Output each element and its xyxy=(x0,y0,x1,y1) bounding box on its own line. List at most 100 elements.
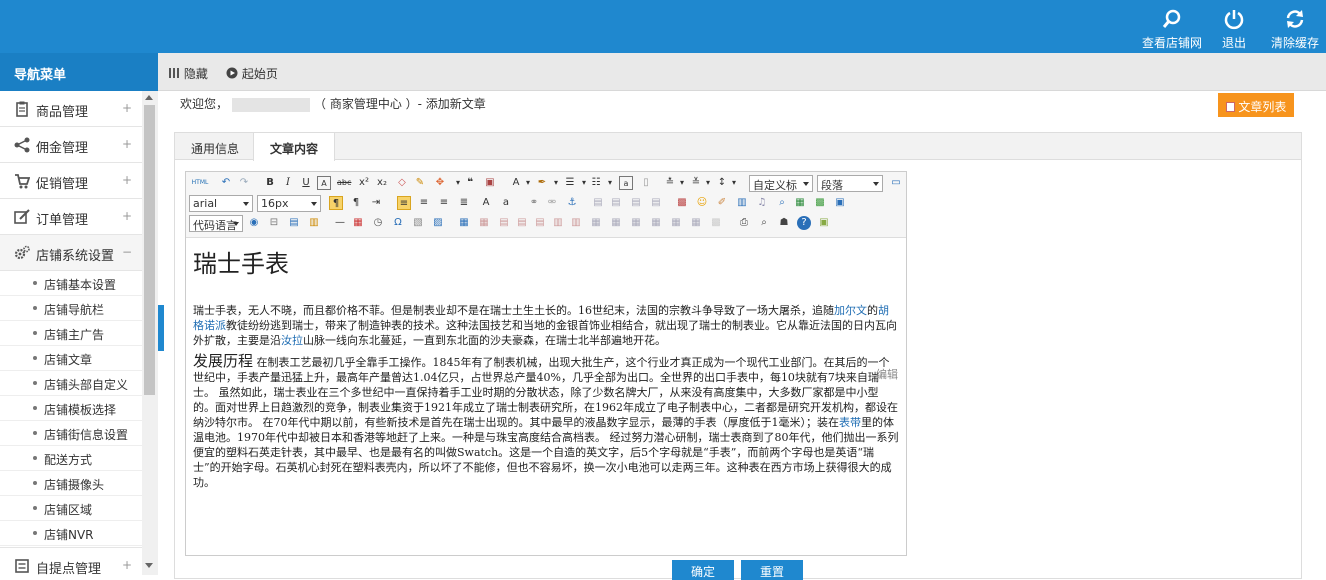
subscript-icon[interactable]: x₂ xyxy=(375,176,389,190)
sidebar-sub-item[interactable]: 店铺主广告 xyxy=(0,321,142,346)
insert-code-icon[interactable]: ◉ xyxy=(247,216,261,230)
wordimage-icon[interactable]: ▧ xyxy=(411,216,425,230)
anchor-icon[interactable]: ⚓ xyxy=(565,196,579,210)
merge-right-icon[interactable]: ▦ xyxy=(609,216,623,230)
image-right-icon[interactable]: ▤ xyxy=(629,196,643,210)
editor-content-area[interactable]: 瑞士手表 瑞士手表，无人不晓，而且都价格不菲。但是制表业却不是在瑞士土生土长的。… xyxy=(186,238,906,555)
snapscreen-icon[interactable]: ▨ xyxy=(431,216,445,230)
page-break-icon[interactable]: ⊟ xyxy=(267,216,281,230)
map-icon[interactable]: ▦ xyxy=(793,196,807,210)
unordered-list-icon[interactable]: ☷ xyxy=(589,176,603,190)
sidebar-sub-item[interactable]: 店铺模板选择 xyxy=(0,396,142,421)
split-rows-icon[interactable]: ▦ xyxy=(669,216,683,230)
merge-down-icon[interactable]: ▦ xyxy=(629,216,643,230)
section-edit-link[interactable]: 编辑 xyxy=(876,366,898,382)
drafts-icon[interactable]: ▣ xyxy=(817,216,831,230)
link-calvin[interactable]: 加尔文 xyxy=(834,304,867,317)
font-border-icon[interactable]: A xyxy=(317,176,331,190)
scroll-down-icon[interactable] xyxy=(145,563,153,568)
rtl-direction-icon[interactable]: ¶ xyxy=(349,196,363,210)
preview-icon[interactable]: ⌕ xyxy=(757,216,771,230)
highlight-icon[interactable]: ✒ xyxy=(535,176,549,190)
auto-format-icon[interactable]: ✥ xyxy=(433,176,447,190)
underline-icon[interactable]: U xyxy=(299,176,313,190)
format-brush-icon[interactable]: ✎ xyxy=(413,176,427,190)
sidebar-sub-item[interactable]: 店铺基本设置 xyxy=(0,271,142,296)
reset-button[interactable]: 重置 xyxy=(741,560,803,580)
image-left-icon[interactable]: ▤ xyxy=(609,196,623,210)
font-size-select[interactable]: 16px xyxy=(257,195,321,212)
confirm-button[interactable]: 确定 xyxy=(672,560,734,580)
insert-frame-icon[interactable]: ▣ xyxy=(833,196,847,210)
time-icon[interactable]: ◷ xyxy=(371,216,385,230)
italic-icon[interactable]: I xyxy=(281,176,295,190)
logout-button[interactable]: 退出 xyxy=(1218,8,1250,51)
sidebar-item-commission[interactable]: 佣金管理 + xyxy=(0,127,142,163)
hide-sidebar-button[interactable]: 隐藏 xyxy=(168,65,208,82)
attachment-icon[interactable]: ⌕ xyxy=(775,196,789,210)
gmap-icon[interactable]: ▩ xyxy=(813,196,827,210)
scroll-up-icon[interactable] xyxy=(145,95,153,100)
sidebar-sub-item[interactable]: 店铺头部自定义 xyxy=(0,371,142,396)
clear-doc-icon[interactable]: ▯ xyxy=(639,176,653,190)
sidebar-scroll-thumb[interactable] xyxy=(144,105,155,395)
superscript-icon[interactable]: x² xyxy=(357,176,371,190)
sidebar-item-promotion[interactable]: 促销管理 + xyxy=(0,163,142,199)
dropdown-arrow-icon[interactable]: ▾ xyxy=(727,176,741,190)
html-source-button[interactable]: HTML xyxy=(191,176,209,190)
sidebar-sub-item[interactable]: 店铺导航栏 xyxy=(0,296,142,321)
insert-table-icon[interactable]: ▦ xyxy=(457,216,471,230)
select-all-icon[interactable]: a xyxy=(619,176,633,190)
tab-general-info[interactable]: 通用信息 xyxy=(175,133,255,160)
image-none-icon[interactable]: ▤ xyxy=(591,196,605,210)
sidebar-item-goods[interactable]: 商品管理 + xyxy=(0,91,142,127)
image-center-icon[interactable]: ▤ xyxy=(649,196,663,210)
dropdown-arrow-icon[interactable]: ▾ xyxy=(549,176,563,190)
font-family-select[interactable]: arial xyxy=(189,195,253,212)
search-replace-icon[interactable]: ☗ xyxy=(777,216,791,230)
charts-icon[interactable]: ▩ xyxy=(709,216,723,230)
eraser-icon[interactable]: ◇ xyxy=(395,176,409,190)
align-right-icon[interactable]: ≡ xyxy=(437,196,451,210)
indent-icon[interactable]: ⇥ xyxy=(369,196,383,210)
scrawl-icon[interactable]: ✐ xyxy=(715,196,729,210)
sidebar-item-store-settings[interactable]: 店铺系统设置 − xyxy=(0,235,142,271)
strikethrough-icon[interactable]: abc xyxy=(337,176,351,190)
align-justify-icon[interactable]: ≣ xyxy=(457,196,471,210)
sidebar-sub-item[interactable]: 店铺NVR xyxy=(0,521,142,546)
ltr-direction-icon[interactable]: ¶ xyxy=(329,196,343,210)
merge-cells-icon[interactable]: ▦ xyxy=(589,216,603,230)
background-icon[interactable]: ▤ xyxy=(287,216,301,230)
sidebar-item-pickup[interactable]: 自提点管理 + xyxy=(0,547,142,575)
delete-row-icon[interactable]: ▤ xyxy=(533,216,547,230)
template-icon[interactable]: ▥ xyxy=(307,216,321,230)
ordered-list-icon[interactable]: ☰ xyxy=(563,176,577,190)
special-char-icon[interactable]: Ω xyxy=(391,216,405,230)
horizontal-rule-icon[interactable]: — xyxy=(333,216,347,230)
bold-icon[interactable]: B xyxy=(263,176,277,190)
align-center-icon[interactable]: ≡ xyxy=(417,196,431,210)
sidebar-sub-item[interactable]: 店铺区域 xyxy=(0,496,142,521)
insert-image-icon[interactable]: ▩ xyxy=(675,196,689,210)
emotion-icon[interactable]: ☺ xyxy=(695,196,709,210)
sidebar-sub-item[interactable]: 配送方式 xyxy=(0,446,142,471)
help-icon[interactable]: ? xyxy=(797,216,811,230)
dropdown-arrow-icon[interactable]: ▾ xyxy=(675,176,689,190)
dropdown-arrow-icon[interactable]: ▾ xyxy=(521,176,535,190)
split-cells-icon[interactable]: ▦ xyxy=(649,216,663,230)
date-icon[interactable]: ▦ xyxy=(351,216,365,230)
case-lower-icon[interactable]: a xyxy=(499,196,513,210)
delete-col-icon[interactable]: ▥ xyxy=(569,216,583,230)
music-icon[interactable]: ♫ xyxy=(755,196,769,210)
unlink-icon[interactable]: ⚮ xyxy=(545,196,559,210)
paste-text-icon[interactable]: ▣ xyxy=(483,176,497,190)
sidebar-item-orders[interactable]: 订单管理 + xyxy=(0,199,142,235)
custom-title-select[interactable]: 自定义标 xyxy=(749,175,813,192)
dropdown-arrow-icon[interactable]: ▾ xyxy=(603,176,617,190)
home-page-button[interactable]: 起始页 xyxy=(226,65,278,82)
sidebar-sub-item[interactable]: 店铺摄像头 xyxy=(0,471,142,496)
print-icon[interactable]: ⎙ xyxy=(737,216,751,230)
insert-col-icon[interactable]: ▥ xyxy=(551,216,565,230)
case-upper-icon[interactable]: A xyxy=(479,196,493,210)
tab-article-content[interactable]: 文章内容 xyxy=(253,133,336,161)
